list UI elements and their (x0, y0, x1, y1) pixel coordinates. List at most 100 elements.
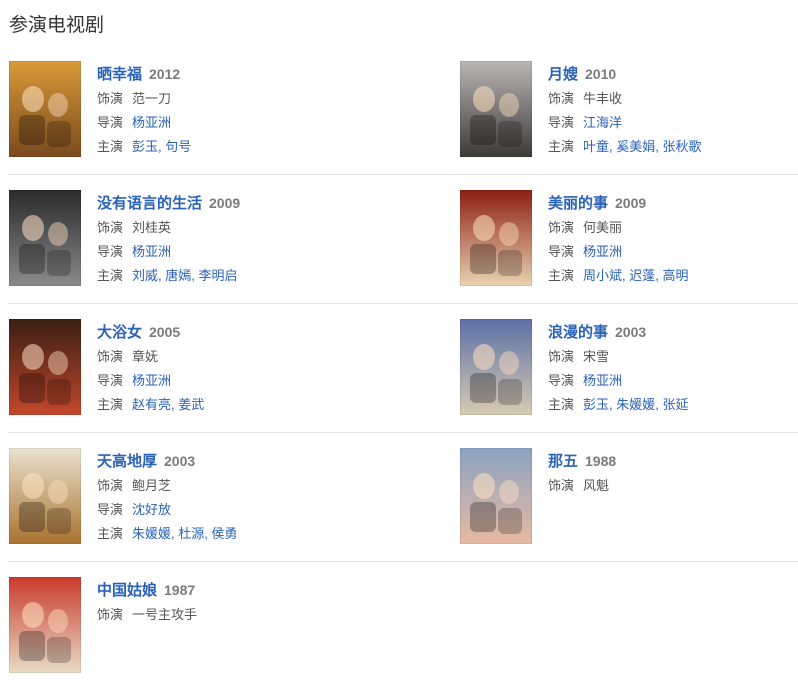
person-link[interactable]: 朱媛媛 (616, 397, 655, 412)
person-link[interactable]: 赵有亮 (132, 397, 171, 412)
person-link[interactable]: 刘威 (132, 268, 158, 283)
person-link[interactable]: 张延 (663, 397, 689, 412)
director-line-label: 导演 (548, 373, 575, 388)
role-line: 饰演 何美丽 (548, 217, 798, 238)
drama-title-link[interactable]: 中国姑娘 (97, 582, 157, 599)
person-link[interactable]: 唐嫣 (165, 268, 191, 283)
dramas.1.director.0-names: 江海洋 (583, 115, 622, 130)
name-separator: , (655, 139, 663, 154)
starring-line-label: 主演 (97, 526, 124, 541)
drama-year: 2010 (585, 66, 617, 82)
name-separator: , (191, 268, 199, 283)
name-separator: , (655, 268, 663, 283)
poster-tiangaodihou-icon[interactable] (9, 448, 81, 544)
drama-info: 晒幸福 2012 饰演 范一刀 导演 杨亚洲 主演 彭玉, 句号 (97, 63, 397, 157)
person-link[interactable]: 迟蓬 (629, 268, 655, 283)
role-line: 饰演 范一刀 (97, 88, 397, 109)
starring-names: 朱媛媛, 杜源, 侯勇 (132, 526, 238, 541)
person-link[interactable]: 张秋歌 (663, 139, 702, 154)
poster-meilideshi-icon[interactable] (460, 190, 532, 286)
person-link[interactable]: 李明启 (199, 268, 238, 283)
director-line: 导演 杨亚洲 (97, 241, 397, 262)
starring-names: 叶童, 奚美娟, 张秋歌 (583, 139, 702, 154)
person-link[interactable]: 杜源 (178, 526, 204, 541)
person-link[interactable]: 江海洋 (583, 115, 622, 130)
person-link[interactable]: 杨亚洲 (132, 115, 171, 130)
drama-title-link[interactable]: 没有语言的生活 (97, 195, 202, 212)
role-value: 牛丰收 (583, 91, 623, 106)
role-line: 饰演 宋雪 (548, 346, 798, 367)
poster-nawu-icon[interactable] (460, 448, 532, 544)
person-link[interactable]: 句号 (165, 139, 191, 154)
dramas.6.director.0-names: 沈好放 (132, 502, 171, 517)
person-link[interactable]: 姜武 (178, 397, 204, 412)
starring-line: 主演 赵有亮, 姜武 (97, 394, 397, 415)
drama-card: 晒幸福 2012 饰演 范一刀 导演 杨亚洲 主演 彭玉, 句号 (9, 61, 399, 161)
starring-line-label: 主演 (548, 397, 575, 412)
role-line: 饰演 牛丰收 (548, 88, 798, 109)
drama-title-link[interactable]: 大浴女 (97, 324, 142, 341)
role-value: 一号主攻手 (132, 607, 198, 622)
starring-line-label: 主演 (97, 268, 124, 283)
name-separator: , (204, 526, 212, 541)
person-link[interactable]: 彭玉 (132, 139, 158, 154)
drama-year: 1987 (164, 582, 196, 598)
drama-title-link[interactable]: 那五 (548, 453, 578, 470)
drama-year: 1988 (585, 453, 617, 469)
role-line-label: 饰演 (548, 91, 575, 106)
drama-info: 中国姑娘 1987 饰演 一号主攻手 (97, 579, 397, 625)
poster-zhongguoguniang-icon[interactable] (9, 577, 81, 673)
drama-title-link[interactable]: 天高地厚 (97, 453, 157, 470)
person-link[interactable]: 彭玉 (583, 397, 609, 412)
drama-title-line: 大浴女 2005 (97, 321, 397, 343)
poster-dayunv-icon[interactable] (9, 319, 81, 415)
person-link[interactable]: 杨亚洲 (132, 373, 171, 388)
drama-card: 中国姑娘 1987 饰演 一号主攻手 (9, 577, 399, 677)
poster-shaixingfu-icon[interactable] (9, 61, 81, 157)
poster-langmandeshi-icon[interactable] (460, 319, 532, 415)
dramas.4.director.0-names: 杨亚洲 (132, 373, 171, 388)
role-line-label: 饰演 (97, 478, 124, 493)
person-link[interactable]: 高明 (663, 268, 689, 283)
starring-names: 周小斌, 迟蓬, 高明 (583, 268, 689, 283)
director-line: 导演 杨亚洲 (548, 370, 798, 391)
starring-line: 主演 周小斌, 迟蓬, 高明 (548, 265, 798, 286)
person-link[interactable]: 杨亚洲 (583, 244, 622, 259)
starring-line-label: 主演 (548, 268, 575, 283)
drama-card: 月嫂 2010 饰演 牛丰收 导演 江海洋 主演 叶童, 奚美娟, 张秋歌 (460, 61, 798, 161)
drama-card: 浪漫的事 2003 饰演 宋雪导演 杨亚洲主演 彭玉, 朱媛媛, 张延 (460, 319, 798, 419)
drama-year: 2003 (615, 324, 647, 340)
drama-card: 美丽的事 2009 饰演 何美丽 导演 杨亚洲 主演 周小斌, 迟蓬, 高明 (460, 190, 798, 290)
role-value: 宋雪 (583, 349, 610, 364)
starring-line: 主演 彭玉, 朱媛媛, 张延 (548, 394, 798, 415)
dramas.2.director.0-names: 杨亚洲 (132, 244, 171, 259)
poster-yuesao-icon[interactable] (460, 61, 532, 157)
role-line: 饰演 鲍月芝 (97, 475, 397, 496)
drama-title-link[interactable]: 美丽的事 (548, 195, 608, 212)
role-line-label: 饰演 (548, 220, 575, 235)
drama-title-link[interactable]: 月嫂 (548, 66, 578, 83)
dramas.5.director.0-names: 杨亚洲 (583, 373, 622, 388)
drama-year: 2005 (149, 324, 181, 340)
drama-title-line: 那五 1988 (548, 450, 798, 472)
person-link[interactable]: 朱媛媛 (132, 526, 171, 541)
row-divider (8, 561, 798, 562)
drama-title-line: 天高地厚 2003 (97, 450, 397, 472)
person-link[interactable]: 杨亚洲 (583, 373, 622, 388)
starring-line-label: 主演 (548, 139, 575, 154)
drama-year: 2009 (209, 195, 241, 211)
person-link[interactable]: 杨亚洲 (132, 244, 171, 259)
drama-title-link[interactable]: 晒幸福 (97, 66, 142, 83)
role-line-label: 饰演 (97, 91, 124, 106)
person-link[interactable]: 侯勇 (212, 526, 238, 541)
starring-line: 主演 朱媛媛, 杜源, 侯勇 (97, 523, 397, 544)
person-link[interactable]: 奚美娟 (616, 139, 655, 154)
person-link[interactable]: 叶童 (583, 139, 609, 154)
drama-title-line: 浪漫的事 2003 (548, 321, 798, 343)
person-link[interactable]: 沈好放 (132, 502, 171, 517)
poster-meiyouyuyan-icon[interactable] (9, 190, 81, 286)
role-line-label: 饰演 (97, 349, 124, 364)
drama-title-link[interactable]: 浪漫的事 (548, 324, 608, 341)
person-link[interactable]: 周小斌 (583, 268, 622, 283)
row-divider (8, 432, 798, 433)
